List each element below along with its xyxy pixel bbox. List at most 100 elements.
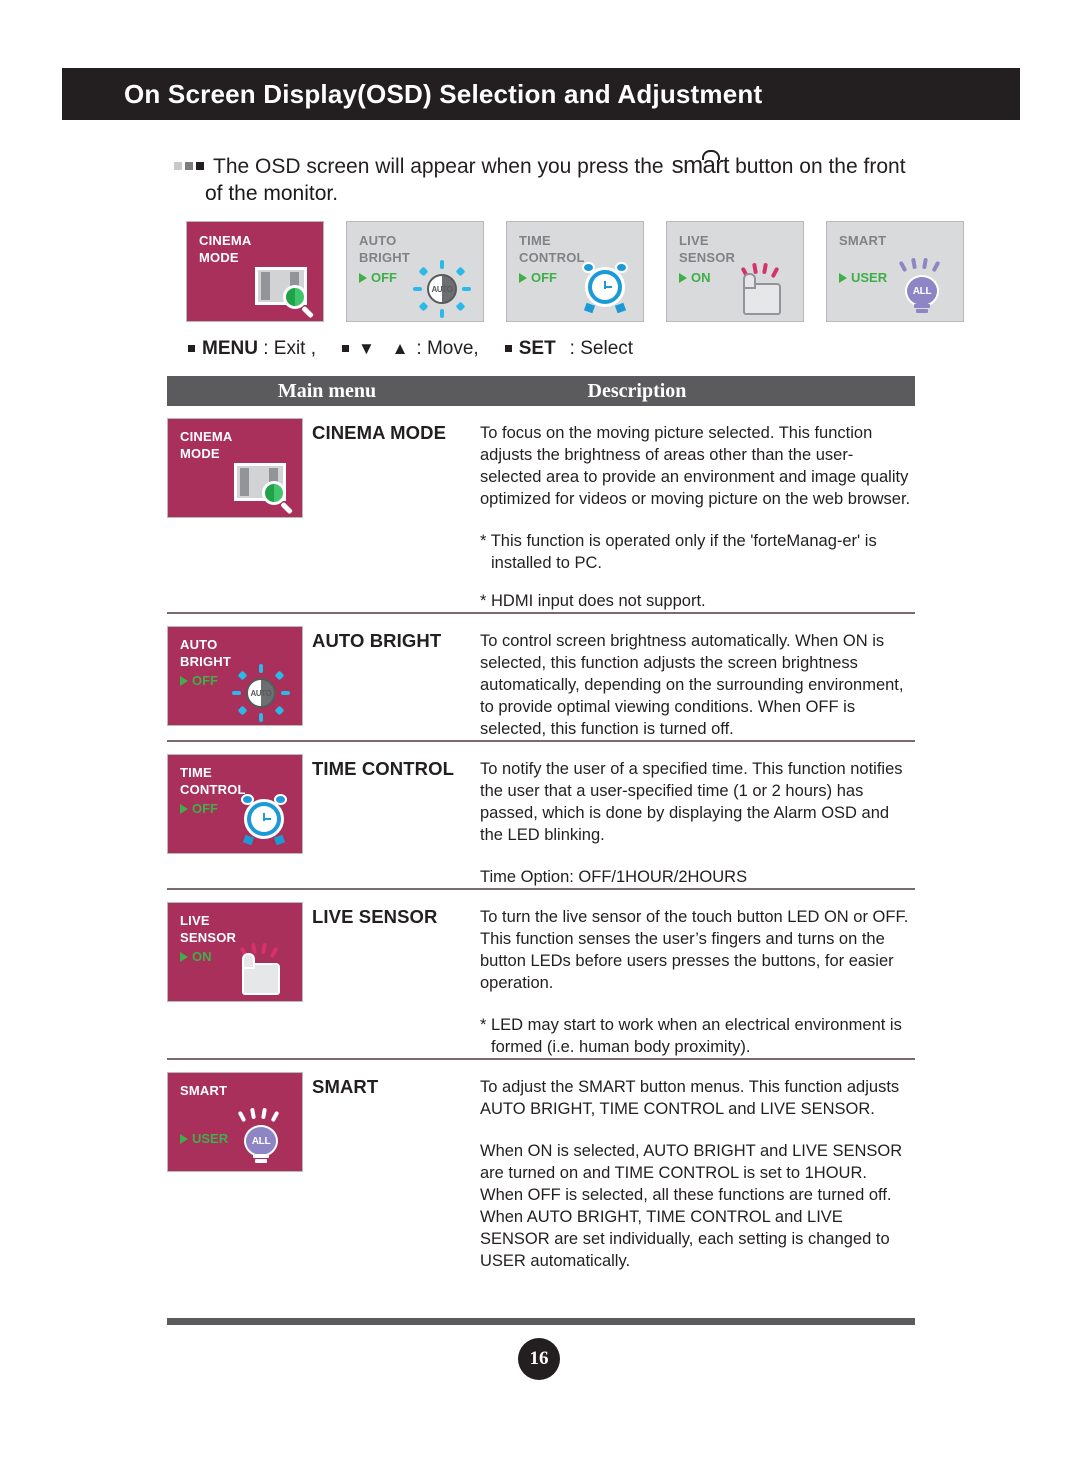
row-menu-name: LIVE SENSOR: [312, 906, 438, 927]
manual-page: On Screen Display(OSD) Selection and Adj…: [0, 0, 1080, 1477]
play-triangle-icon: [679, 272, 687, 283]
description-paragraph: To turn the live sensor of the touch but…: [480, 908, 909, 992]
osd-thumb-label: SMART: [839, 233, 887, 248]
monitor-magnifier-icon: [251, 263, 315, 319]
play-triangle-icon: [180, 675, 188, 686]
osd-thumb-value: OFF: [359, 270, 397, 285]
osd-thumbnail-row: CINEMA MODE AUTO BRIGHT OFF AUTO TIME CO…: [186, 221, 964, 322]
osd-panel-cinema-mode[interactable]: CINEMA MODE: [167, 418, 303, 518]
three-squares-bullet-icon: [174, 162, 204, 170]
table-header-row: Main menu Description: [167, 376, 915, 406]
alarm-clock-icon: [234, 791, 294, 847]
row-description: To notify the user of a specified time. …: [480, 742, 915, 888]
osd-panel-label: CINEMA MODE: [180, 429, 233, 461]
table-row: TIME CONTROL OFF TIME CONTROL To notify …: [167, 742, 915, 890]
auto-brightness-dial-icon: AUTO: [411, 259, 473, 318]
row-osd-cell: CINEMA MODE: [167, 406, 312, 612]
table-row: AUTO BRIGHT OFF AUTO AUTO BRIGHT To cont…: [167, 614, 915, 742]
light-bulb-all-icon: ALL: [232, 1107, 290, 1167]
row-osd-cell: TIME CONTROL OFF: [167, 742, 312, 888]
description-note: Time Option: OFF/1HOUR/2HOURS: [480, 868, 748, 886]
row-menu-name: CINEMA MODE: [312, 422, 447, 443]
page-title: On Screen Display(OSD) Selection and Adj…: [124, 78, 763, 109]
row-description: To adjust the SMART button menus. This f…: [480, 1060, 915, 1272]
intro-paragraph: The OSD screen will appear when you pres…: [174, 150, 934, 207]
description-paragraph: To control screen brightness automatical…: [480, 632, 904, 738]
smart-logo: smart: [671, 150, 730, 179]
osd-thumb-value: ON: [679, 270, 711, 285]
menu-key-label: MENU: [202, 338, 258, 359]
description-note: * This function is operated only if the …: [480, 532, 877, 572]
play-triangle-icon: [180, 951, 188, 962]
auto-brightness-dial-icon: AUTO: [230, 663, 292, 722]
osd-panel-value: ON: [180, 949, 212, 964]
row-description: To focus on the moving picture selected.…: [480, 406, 915, 612]
touch-finger-icon: [731, 259, 793, 319]
description-paragraph: To notify the user of a specified time. …: [480, 760, 903, 844]
osd-thumb-auto-bright[interactable]: AUTO BRIGHT OFF AUTO: [346, 221, 484, 322]
osd-thumb-time-control[interactable]: TIME CONTROL OFF: [506, 221, 644, 322]
menu-key-action: : Exit ,: [263, 338, 317, 359]
table-row: CINEMA MODE CINEMA MODE To focus on the …: [167, 406, 915, 614]
description-paragraph: To adjust the SMART button menus. This f…: [480, 1078, 900, 1118]
touch-finger-icon: [230, 939, 292, 999]
set-key-action: : Select: [569, 338, 634, 359]
bullet-square-icon: [504, 344, 512, 352]
play-triangle-icon: [839, 272, 847, 283]
play-triangle-icon: [180, 803, 188, 814]
osd-panel-auto-bright[interactable]: AUTO BRIGHT OFF AUTO: [167, 626, 303, 726]
osd-thumb-label: AUTO BRIGHT: [359, 233, 411, 265]
row-osd-cell: LIVE SENSOR ON: [167, 890, 312, 1058]
osd-panel-label: AUTO BRIGHT: [180, 637, 232, 669]
osd-thumb-smart[interactable]: SMART USER ALL: [826, 221, 964, 322]
page-number-badge: 16: [518, 1338, 560, 1380]
osd-panel-value: OFF: [180, 801, 218, 816]
play-triangle-icon: [180, 1133, 188, 1144]
bullet-square-icon: [188, 344, 195, 352]
row-description: To control screen brightness automatical…: [480, 614, 915, 740]
move-arrows-icon: ▼ ▲: [358, 339, 415, 358]
osd-panel-value: OFF: [180, 673, 218, 688]
description-paragraph: To focus on the moving picture selected.…: [480, 424, 911, 508]
intro-text-after: button on the front: [735, 155, 906, 178]
alarm-clock-icon: [575, 259, 635, 315]
move-key-action: : Move,: [416, 338, 479, 359]
osd-thumb-live-sensor[interactable]: LIVE SENSOR ON: [666, 221, 804, 322]
row-menu-name: TIME CONTROL: [312, 758, 454, 779]
row-osd-cell: SMART USER ALL: [167, 1060, 312, 1272]
bullet-square-icon: [342, 344, 350, 352]
row-osd-cell: AUTO BRIGHT OFF AUTO: [167, 614, 312, 740]
osd-thumb-value: OFF: [519, 270, 557, 285]
key-legend: MENU : Exit , ▼ ▲ : Move, SET : Select: [188, 338, 633, 360]
osd-panel-live-sensor[interactable]: LIVE SENSOR ON: [167, 902, 303, 1002]
osd-panel-value: USER: [180, 1131, 228, 1146]
osd-panel-label: LIVE SENSOR: [180, 913, 237, 945]
monitor-magnifier-icon: [230, 459, 294, 515]
row-description: To turn the live sensor of the touch but…: [480, 890, 915, 1058]
osd-panel-time-control[interactable]: TIME CONTROL OFF: [167, 754, 303, 854]
play-triangle-icon: [519, 272, 527, 283]
row-menu-name: SMART: [312, 1076, 379, 1097]
light-bulb-all-icon: ALL: [893, 257, 951, 317]
intro-text-line2: of the monitor.: [205, 182, 339, 205]
osd-panel-label: SMART: [180, 1083, 228, 1098]
menu-description-table: Main menu Description CINEMA MODE CINEMA…: [167, 376, 915, 1272]
set-key-label: SET: [518, 338, 556, 359]
table-row: LIVE SENSOR ON LIVE SENSOR To turn the l…: [167, 890, 915, 1060]
page-header-bar: On Screen Display(OSD) Selection and Adj…: [62, 68, 1020, 120]
column-header-description: Description: [587, 379, 687, 402]
description-note: * LED may start to work when an electric…: [480, 1016, 902, 1056]
osd-panel-smart[interactable]: SMART USER ALL: [167, 1072, 303, 1172]
osd-thumb-label: LIVE SENSOR: [679, 233, 736, 265]
osd-thumb-value: USER: [839, 270, 887, 285]
column-header-main-menu: Main menu: [277, 379, 377, 402]
play-triangle-icon: [359, 272, 367, 283]
intro-text-before: The OSD screen will appear when you pres…: [213, 155, 664, 178]
osd-thumb-cinema-mode[interactable]: CINEMA MODE: [186, 221, 324, 322]
description-note: When ON is selected, AUTO BRIGHT and LIV…: [480, 1142, 903, 1270]
row-menu-name: AUTO BRIGHT: [312, 630, 442, 651]
osd-thumb-label: CINEMA MODE: [199, 233, 252, 265]
footer-rule: [167, 1318, 915, 1325]
table-row: SMART USER ALL SMART To adjust the SMART…: [167, 1060, 915, 1272]
description-note: * HDMI input does not support.: [480, 592, 706, 610]
